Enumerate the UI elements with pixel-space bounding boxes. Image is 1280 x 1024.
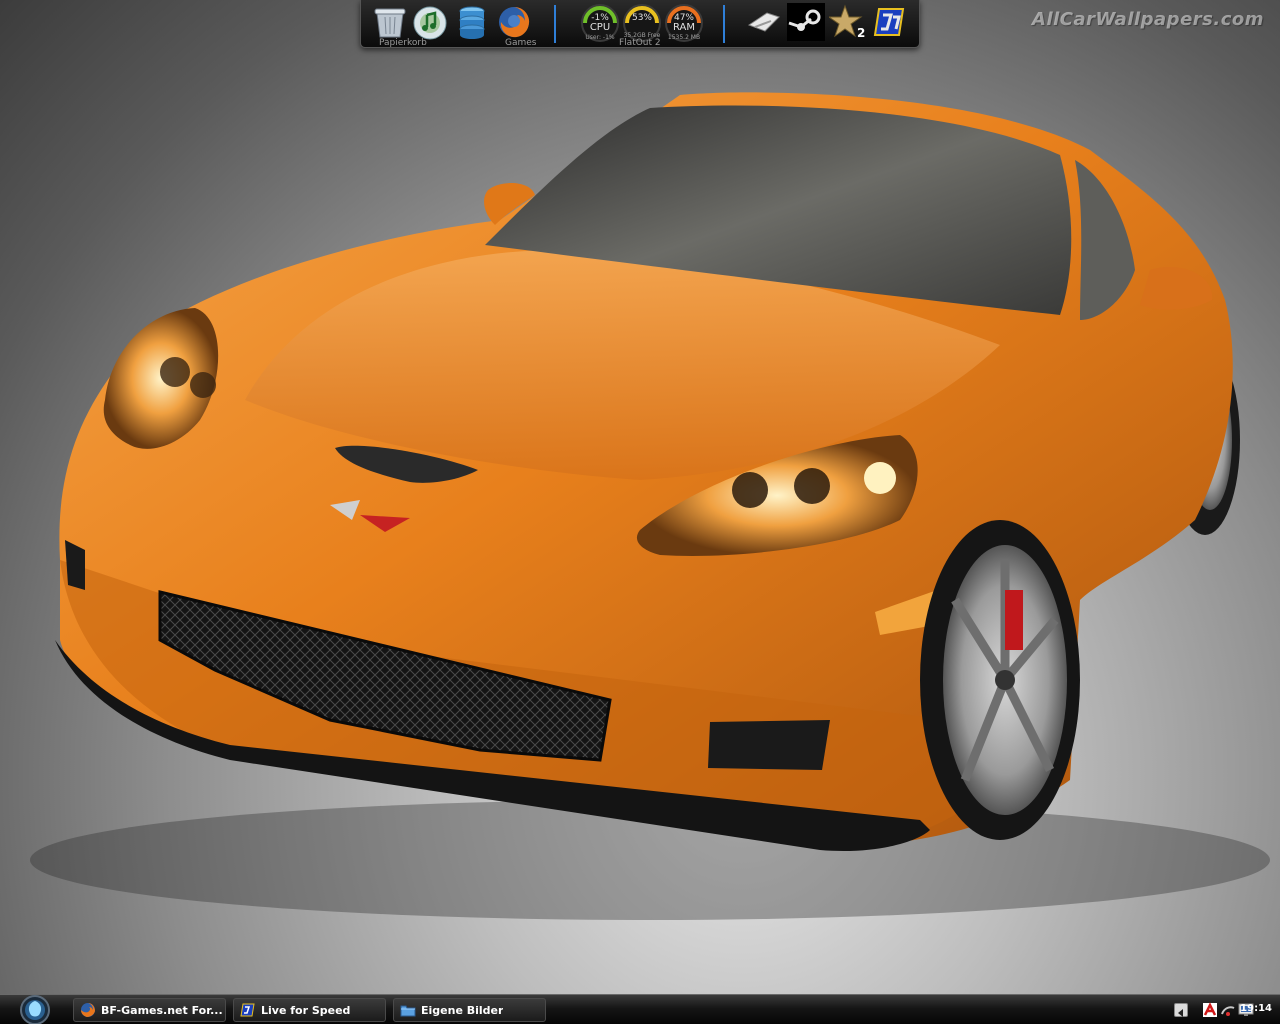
live-for-speed-icon bbox=[240, 1003, 255, 1017]
cpu-sub: User: -1% bbox=[585, 34, 615, 41]
ram-sub: 1535.2 MB bbox=[667, 34, 701, 41]
taskbar-button-label: Live for Speed bbox=[261, 1003, 351, 1017]
cpu-label: CPU bbox=[589, 22, 611, 33]
cpu-gauge: -1% CPU User: -1% bbox=[579, 2, 621, 44]
dock-separator bbox=[723, 5, 725, 43]
taskbar-button-label: Eigene Bilder bbox=[421, 1003, 504, 1017]
svg-text:2: 2 bbox=[857, 26, 865, 40]
firefox-icon[interactable] bbox=[495, 3, 533, 41]
recycle-bin-icon[interactable] bbox=[371, 3, 409, 41]
ram-label: RAM bbox=[672, 22, 695, 33]
start-button[interactable] bbox=[17, 995, 53, 1024]
taskbar-button-live-for-speed[interactable]: Live for Speed bbox=[233, 998, 386, 1022]
top-dock-bar: Papierkorb Games -1% CPU User: -1% 53% 3… bbox=[360, 0, 920, 48]
steam-icon[interactable] bbox=[787, 3, 825, 41]
network-icon[interactable] bbox=[1220, 1002, 1236, 1018]
desktop-wallpaper: AllCarWallpapers.com bbox=[0, 0, 1280, 994]
star-2-icon[interactable]: 2 bbox=[827, 3, 867, 41]
drive-percent: 53% bbox=[631, 13, 652, 23]
system-tray: 19:14 bbox=[1150, 995, 1280, 1024]
antivirus-icon[interactable] bbox=[1202, 1002, 1218, 1018]
show-hidden-icons-button[interactable] bbox=[1174, 1003, 1188, 1017]
chevron-left-icon bbox=[1178, 1009, 1183, 1017]
live-for-speed-icon[interactable] bbox=[871, 3, 909, 41]
taskbar: BF-Games.net For... Live for Speed Eigen… bbox=[0, 994, 1280, 1024]
dock-label-games: Games bbox=[505, 38, 537, 48]
firefox-icon bbox=[81, 1003, 95, 1017]
taskbar-button-label: BF-Games.net For... bbox=[101, 1003, 223, 1017]
music-player-icon[interactable] bbox=[411, 3, 449, 41]
ram-gauge: 47% RAM 1535.2 MB bbox=[663, 2, 705, 44]
database-icon[interactable] bbox=[453, 3, 491, 41]
taskbar-button-eigene-bilder[interactable]: Eigene Bilder bbox=[393, 998, 546, 1022]
clock[interactable]: 19:14 bbox=[1240, 1003, 1272, 1014]
folder-icon bbox=[400, 1005, 416, 1017]
unknown-game-icon[interactable] bbox=[745, 3, 783, 41]
watermark-text: AllCarWallpapers.com bbox=[1032, 9, 1264, 30]
car-wallpaper-image bbox=[30, 92, 1270, 920]
dock-separator bbox=[554, 5, 556, 43]
taskbar-button-bf-games[interactable]: BF-Games.net For... bbox=[73, 998, 226, 1022]
dock-label-flatout: FlatOut 2 bbox=[619, 38, 661, 48]
